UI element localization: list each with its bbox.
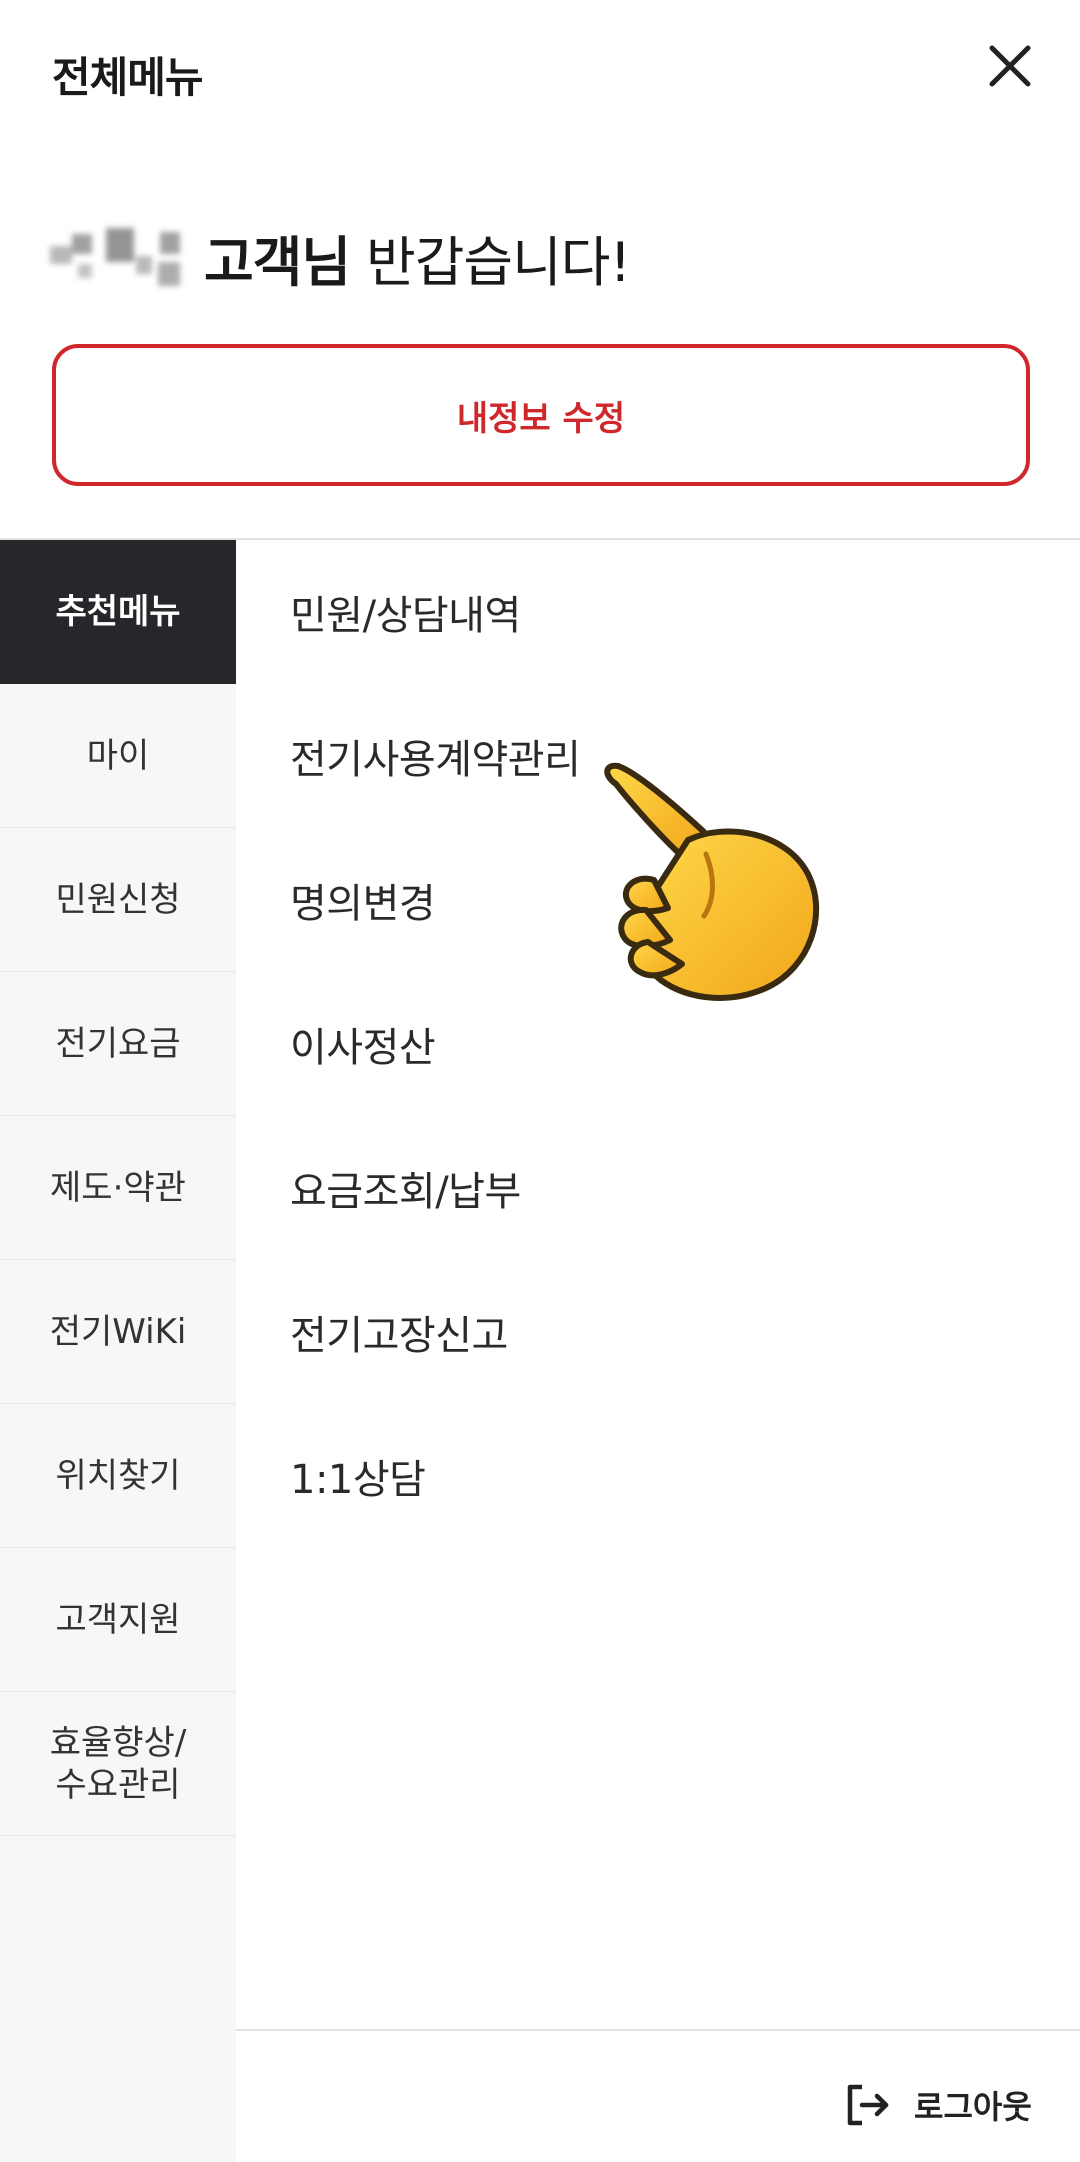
sidebar-item-customer-support[interactable]: 고객지원 <box>0 1548 236 1692</box>
menu-item-complaint-history[interactable]: 민원/상담내역 <box>290 577 521 647</box>
page-title: 전체메뉴 <box>52 53 204 102</box>
sidebar-item-policy-terms[interactable]: 제도·약관 <box>0 1116 236 1260</box>
blurred-user-name <box>48 224 184 290</box>
sidebar-item-find-location[interactable]: 위치찾기 <box>0 1404 236 1548</box>
header: 전체메뉴 <box>0 0 1080 140</box>
close-icon[interactable] <box>980 36 1040 96</box>
greeting: 고객님 반갑습니다! <box>48 222 631 294</box>
footer-divider <box>236 2029 1080 2031</box>
sidebar-item-recommended[interactable]: 추천메뉴 <box>0 540 236 684</box>
sidebar-item-efficiency-demand[interactable]: 효율향상/ 수요관리 <box>0 1692 236 1836</box>
menu-item-contract-management[interactable]: 전기사용계약관리 <box>290 721 581 791</box>
menu-item-name-change[interactable]: 명의변경 <box>290 865 436 935</box>
sidebar-item-my[interactable]: 마이 <box>0 684 236 828</box>
edit-profile-button[interactable]: 내정보 수정 <box>52 344 1030 486</box>
menu-item-outage-report[interactable]: 전기고장신고 <box>290 1297 508 1367</box>
sidebar-item-electric-bill[interactable]: 전기요금 <box>0 972 236 1116</box>
close-button[interactable] <box>980 36 1040 96</box>
pointing-hand-icon <box>604 762 820 1001</box>
sidebar-item-civil-request[interactable]: 민원신청 <box>0 828 236 972</box>
logout-button[interactable]: 로그아웃 <box>844 2078 1032 2132</box>
logout-icon[interactable] <box>844 2081 892 2129</box>
sidebar-item-electric-wiki[interactable]: 전기WiKi <box>0 1260 236 1404</box>
sidebar: 추천메뉴 마이 민원신청 전기요금 제도·약관 전기WiKi 위치찾기 고객지원… <box>0 540 236 2162</box>
menu-item-bill-inquiry-payment[interactable]: 요금조회/납부 <box>290 1153 521 1223</box>
menu-item-one-on-one-consult[interactable]: 1:1상담 <box>290 1441 426 1511</box>
menu-item-moving-settlement[interactable]: 이사정산 <box>290 1009 436 1079</box>
greeting-message: 반갑습니다! <box>366 230 631 294</box>
greeting-honorific: 고객님 <box>204 230 351 294</box>
logout-label: 로그아웃 <box>914 2088 1032 2126</box>
